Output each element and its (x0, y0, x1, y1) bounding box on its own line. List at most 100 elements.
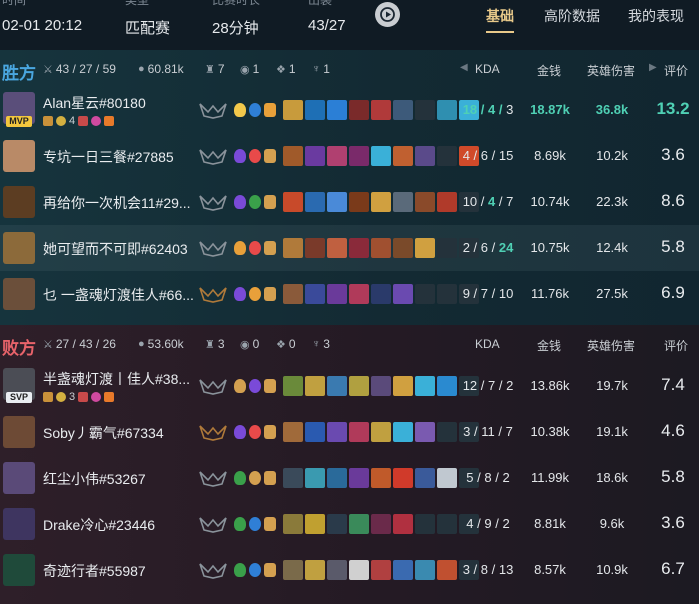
item-icon[interactable] (283, 376, 303, 396)
item-icon[interactable] (415, 192, 435, 212)
item-icon[interactable] (327, 514, 347, 534)
item-icon[interactable] (327, 560, 347, 580)
item-icon[interactable] (371, 376, 391, 396)
item-icon[interactable] (371, 146, 391, 166)
item-icon[interactable] (371, 284, 391, 304)
item-icon[interactable] (349, 468, 369, 488)
item-icon[interactable] (371, 192, 391, 212)
sort-prev-icon[interactable]: ◀ (460, 62, 468, 73)
item-icon[interactable] (349, 560, 369, 580)
item-icon[interactable] (393, 422, 413, 442)
item-icon[interactable] (371, 100, 391, 120)
tab-basic[interactable]: 基础 (486, 6, 514, 33)
player-row[interactable]: Drake冷心#23446 4 / 9 / 2 8.81k 9.6k 3.6 (0, 501, 699, 547)
item-icon[interactable] (305, 100, 325, 120)
item-icon[interactable] (305, 284, 325, 304)
item-icon[interactable] (415, 146, 435, 166)
item-icon[interactable] (393, 468, 413, 488)
item-icon[interactable] (305, 514, 325, 534)
item-icon[interactable] (349, 284, 369, 304)
champion-avatar[interactable] (3, 508, 35, 540)
item-icon[interactable] (327, 192, 347, 212)
player-name[interactable]: 奇迹行者#55987 (43, 561, 146, 581)
champion-avatar[interactable] (3, 232, 35, 264)
item-icon[interactable] (305, 422, 325, 442)
item-icon[interactable] (283, 468, 303, 488)
player-row[interactable]: 奇迹行者#55987 3 / 8 / 13 8.57k 10.9k 6.7 (0, 547, 699, 593)
item-icon[interactable] (327, 468, 347, 488)
item-icon[interactable] (327, 284, 347, 304)
item-icon[interactable] (283, 146, 303, 166)
item-icon[interactable] (349, 238, 369, 258)
item-icon[interactable] (371, 560, 391, 580)
item-icon[interactable] (283, 238, 303, 258)
item-icon[interactable] (327, 146, 347, 166)
champion-avatar[interactable] (3, 416, 35, 448)
item-icon[interactable] (415, 422, 435, 442)
item-icon[interactable] (327, 100, 347, 120)
item-icon[interactable] (415, 560, 435, 580)
champion-avatar[interactable] (3, 554, 35, 586)
item-icon[interactable] (393, 514, 413, 534)
item-icon[interactable] (283, 514, 303, 534)
tab-my-performance[interactable]: 我的表现 (628, 6, 684, 26)
player-row[interactable]: 专坑一日三餐#27885 4 / 6 / 15 8.69k 10.2k 3.6 (0, 133, 699, 179)
item-icon[interactable] (327, 238, 347, 258)
sort-next-icon[interactable]: ▶ (649, 62, 657, 73)
item-icon[interactable] (327, 376, 347, 396)
item-icon[interactable] (371, 422, 391, 442)
item-icon[interactable] (283, 192, 303, 212)
player-name[interactable]: 她可望而不可即#62403 (43, 239, 188, 259)
champion-avatar[interactable] (3, 140, 35, 172)
player-name[interactable]: 再给你一次机会11#29... (43, 193, 191, 213)
player-name[interactable]: Soby丿霸气#67334 (43, 423, 164, 443)
item-icon[interactable] (393, 100, 413, 120)
player-row[interactable]: 再给你一次机会11#29... 10 / 4 / 7 10.74k 22.3k 8.6 (0, 179, 699, 225)
item-icon[interactable] (283, 560, 303, 580)
player-name[interactable]: 红尘小伟#53267 (43, 469, 146, 489)
player-row[interactable]: 乜 一盏魂灯渡佳人#66... 9 / 7 / 10 11.76k 27.5k 6.9 (0, 271, 699, 317)
item-icon[interactable] (305, 468, 325, 488)
player-row[interactable]: 红尘小伟#53267 5 / 8 / 2 11.99k 18.6k 5.8 (0, 455, 699, 501)
player-name[interactable]: 专坑一日三餐#27885 (43, 147, 174, 167)
item-icon[interactable] (305, 192, 325, 212)
player-row[interactable]: SVP 半盏魂灯渡丨佳人#38... 3 12 / 7 / 2 13.86k 19.7k… (0, 363, 699, 409)
item-icon[interactable] (349, 192, 369, 212)
item-icon[interactable] (349, 146, 369, 166)
item-icon[interactable] (393, 146, 413, 166)
item-icon[interactable] (283, 100, 303, 120)
player-name[interactable]: 乜 一盏魂灯渡佳人#66... (43, 285, 194, 305)
champion-avatar[interactable] (3, 186, 35, 218)
item-icon[interactable] (415, 238, 435, 258)
item-icon[interactable] (349, 514, 369, 534)
tab-advanced-data[interactable]: 高阶数据 (544, 6, 600, 26)
item-icon[interactable] (283, 422, 303, 442)
item-icon[interactable] (305, 560, 325, 580)
item-icon[interactable] (283, 284, 303, 304)
player-row[interactable]: 她可望而不可即#62403 2 / 6 / 24 10.75k 12.4k 5.8 (0, 225, 699, 271)
item-icon[interactable] (393, 238, 413, 258)
item-icon[interactable] (415, 468, 435, 488)
item-icon[interactable] (371, 514, 391, 534)
champion-avatar[interactable] (3, 278, 35, 310)
item-icon[interactable] (349, 100, 369, 120)
player-row[interactable]: MVP Alan星云#80180 4 18 / 4 / 3 18.87k 36.8k 13… (0, 87, 699, 133)
champion-avatar[interactable] (3, 462, 35, 494)
item-icon[interactable] (349, 376, 369, 396)
player-row[interactable]: Soby丿霸气#67334 3 / 11 / 7 10.38k 19.1k 4.6 (0, 409, 699, 455)
item-icon[interactable] (305, 238, 325, 258)
item-icon[interactable] (393, 284, 413, 304)
item-icon[interactable] (371, 468, 391, 488)
item-icon[interactable] (349, 422, 369, 442)
item-icon[interactable] (393, 376, 413, 396)
item-icon[interactable] (327, 422, 347, 442)
item-icon[interactable] (393, 560, 413, 580)
item-icon[interactable] (305, 146, 325, 166)
player-name[interactable]: 半盏魂灯渡丨佳人#38... (43, 369, 190, 389)
item-icon[interactable] (415, 376, 435, 396)
item-icon[interactable] (393, 192, 413, 212)
player-name[interactable]: Alan星云#80180 (43, 93, 146, 113)
item-icon[interactable] (371, 238, 391, 258)
item-icon[interactable] (305, 376, 325, 396)
player-name[interactable]: Drake冷心#23446 (43, 515, 155, 535)
